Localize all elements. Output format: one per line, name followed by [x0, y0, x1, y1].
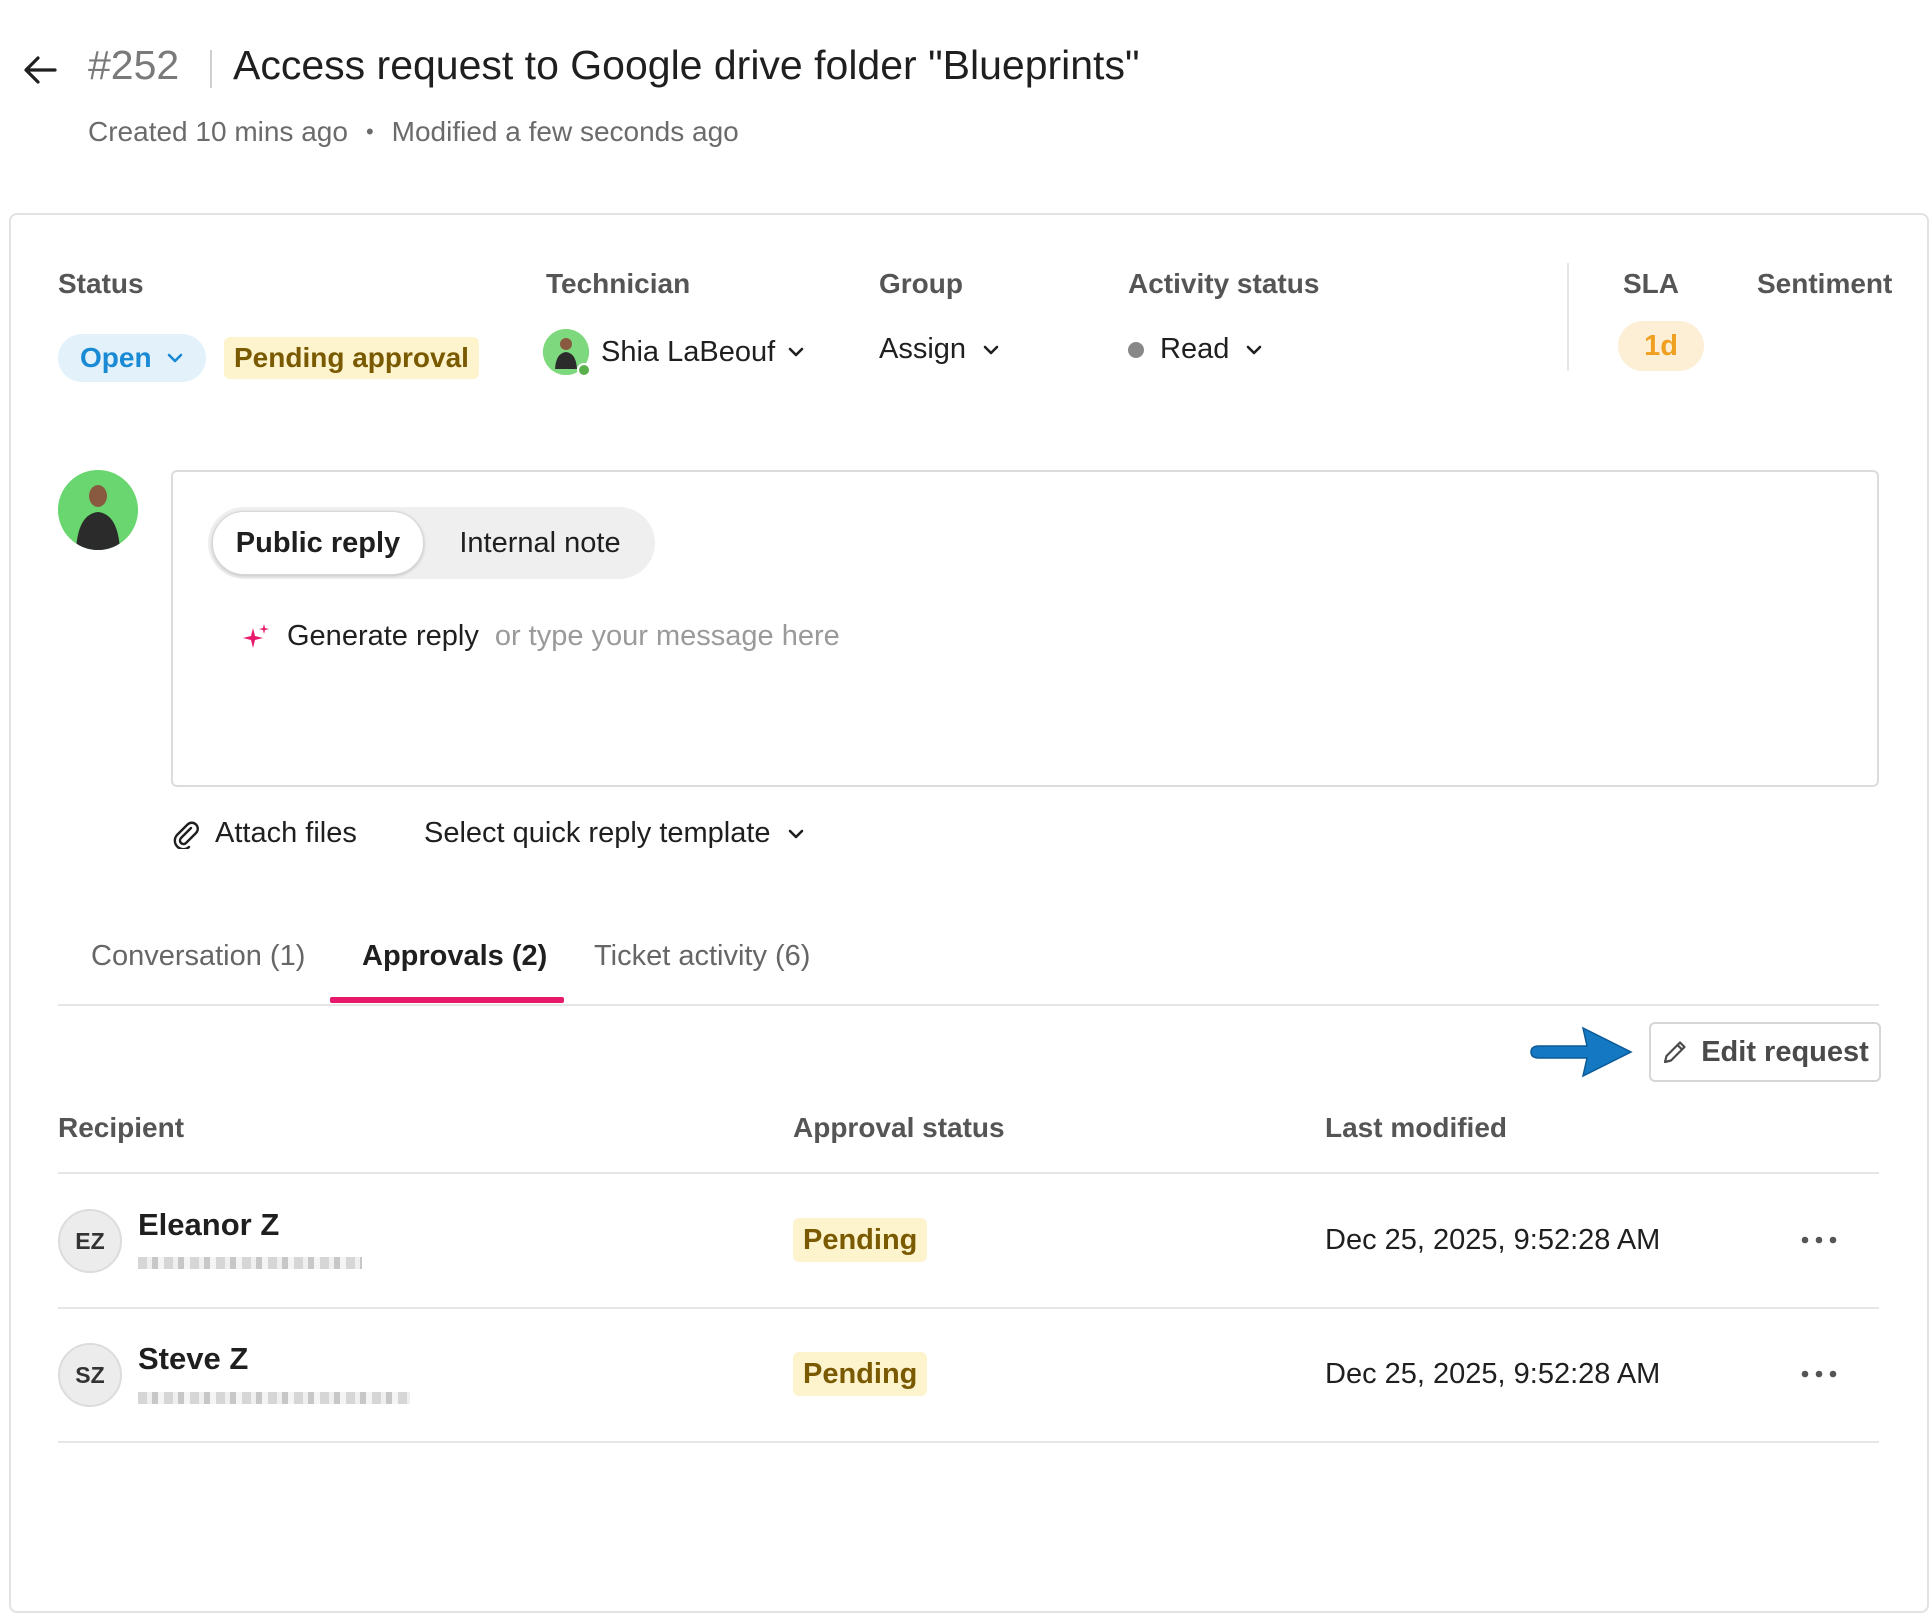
annotation-arrow-icon — [1530, 1026, 1633, 1078]
meta-separator: • — [365, 119, 374, 144]
recipient-avatar: SZ — [58, 1343, 122, 1407]
status-value: Open — [80, 342, 152, 373]
reply-editor[interactable]: Public reply Internal note Generate repl… — [171, 470, 1879, 787]
group-label: Group — [879, 268, 963, 299]
table-divider — [58, 1172, 1879, 1174]
sparkle-icon — [243, 623, 269, 648]
technician-name: Shia LaBeouf — [601, 335, 776, 368]
field-separator — [1567, 263, 1569, 371]
internal-note-tab[interactable]: Internal note — [440, 511, 640, 575]
edit-request-button[interactable]: Edit request — [1649, 1022, 1881, 1082]
activity-status-label: Activity status — [1128, 268, 1320, 299]
status-dropdown[interactable]: Open — [58, 334, 206, 382]
recipient-email-redacted — [138, 1257, 362, 1269]
sla-label: SLA — [1623, 268, 1679, 299]
arrow-left-icon — [24, 56, 57, 84]
chevron-down-icon — [788, 347, 804, 357]
back-button[interactable] — [18, 48, 62, 92]
technician-avatar — [543, 329, 591, 377]
column-approval-status: Approval status — [793, 1112, 1005, 1143]
tab-conversation[interactable]: Conversation (1) — [91, 940, 305, 973]
quick-reply-label: Select quick reply template — [424, 817, 771, 849]
recipient-avatar: EZ — [58, 1209, 122, 1273]
last-modified-date: Dec 25, 2025, 9:52:28 AM — [1325, 1358, 1661, 1390]
recipient-name: Eleanor Z — [138, 1207, 280, 1242]
pending-approval-badge: Pending approval — [224, 337, 479, 379]
message-placeholder: or type your message here — [494, 620, 840, 652]
attach-files-button[interactable]: Attach files — [171, 817, 357, 850]
row-more-button[interactable] — [1795, 1354, 1843, 1394]
recipient-email-redacted — [138, 1392, 410, 1404]
status-label: Status — [58, 268, 144, 299]
chevron-down-icon — [983, 345, 999, 354]
chevron-down-icon — [788, 829, 803, 838]
technician-dropdown[interactable]: Shia LaBeouf — [543, 329, 805, 377]
attach-files-label: Attach files — [215, 817, 357, 849]
page-title: Access request to Google drive folder "B… — [233, 42, 1140, 88]
tab-ticket-activity[interactable]: Ticket activity (6) — [594, 940, 810, 973]
sentiment-label: Sentiment — [1757, 268, 1893, 299]
table-row-divider — [58, 1441, 1879, 1443]
technician-label: Technician — [546, 268, 691, 299]
pencil-icon — [1664, 1041, 1686, 1064]
activity-dot-icon — [1128, 341, 1144, 358]
more-horizontal-icon — [1801, 1370, 1837, 1378]
quick-reply-template-dropdown[interactable]: Select quick reply template — [424, 817, 805, 850]
title-divider — [210, 50, 212, 88]
created-text: Created 10 mins ago — [88, 116, 348, 147]
last-modified-date: Dec 25, 2025, 9:52:28 AM — [1325, 1224, 1661, 1256]
table-row-divider — [58, 1307, 1879, 1309]
modified-text: Modified a few seconds ago — [391, 116, 739, 147]
reply-mode-toggle: Public reply Internal note — [208, 507, 655, 579]
online-indicator — [577, 363, 591, 377]
column-recipient: Recipient — [58, 1112, 185, 1143]
sla-badge: 1d — [1618, 321, 1704, 371]
person-icon — [58, 470, 138, 550]
activity-status-dropdown[interactable]: Read — [1128, 333, 1263, 366]
column-last-modified: Last modified — [1325, 1112, 1508, 1143]
group-dropdown[interactable]: Assign — [879, 333, 1000, 366]
generate-reply-button[interactable]: Generate reply — [287, 620, 479, 653]
row-more-button[interactable] — [1795, 1220, 1843, 1260]
ticket-id: #252 — [88, 42, 180, 88]
paperclip-icon — [173, 821, 199, 849]
tabs-divider — [58, 1004, 1879, 1006]
recipient-name: Steve Z — [138, 1341, 249, 1376]
generate-reply-row: Generate reply or type your message here — [241, 620, 840, 653]
active-tab-indicator — [330, 997, 564, 1003]
group-value: Assign — [879, 333, 967, 365]
activity-value: Read — [1160, 333, 1230, 365]
tab-approvals[interactable]: Approvals (2) — [362, 940, 547, 973]
public-reply-tab[interactable]: Public reply — [212, 511, 424, 575]
chevron-down-icon — [167, 353, 182, 363]
approval-status-badge: Pending — [793, 1218, 928, 1262]
ticket-meta: Created 10 mins ago • Modified a few sec… — [88, 116, 739, 148]
edit-request-label: Edit request — [1701, 1035, 1869, 1068]
user-avatar — [58, 470, 138, 550]
approval-status-badge: Pending — [793, 1352, 928, 1396]
more-horizontal-icon — [1801, 1236, 1837, 1244]
chevron-down-icon — [1247, 345, 1262, 354]
